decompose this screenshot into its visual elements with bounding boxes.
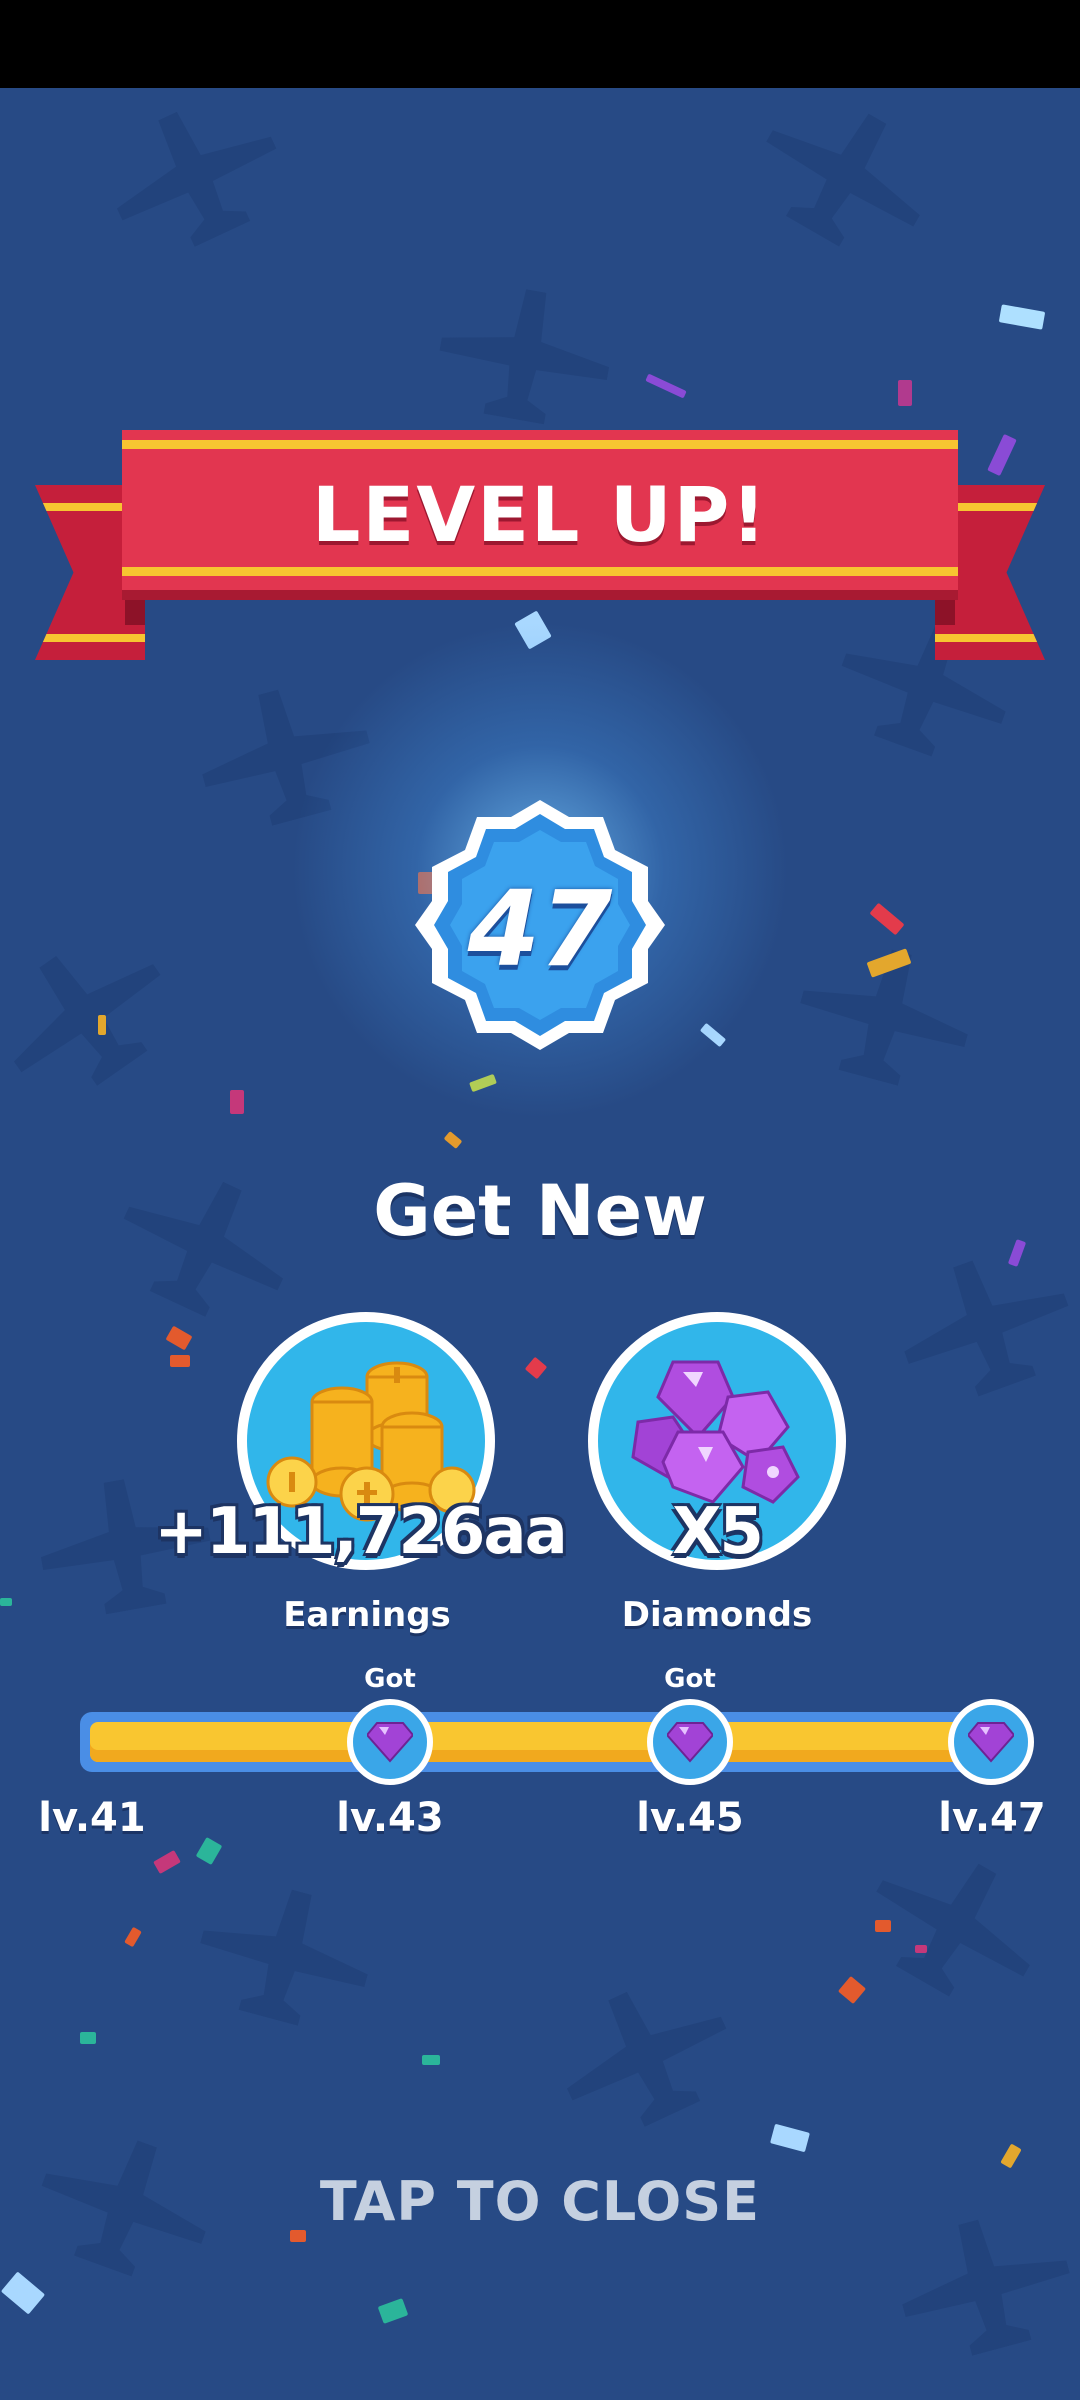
ribbon-stripe <box>122 567 958 576</box>
earnings-value: +111,726aa <box>154 1495 568 1569</box>
confetti <box>915 1945 927 1953</box>
milestone-node-lv43 <box>347 1699 433 1785</box>
milestone-node-lv45 <box>647 1699 733 1785</box>
confetti <box>230 1090 244 1114</box>
milestone-level-label: lv.45 <box>636 1795 744 1841</box>
confetti <box>0 2271 46 2315</box>
earnings-label: Earnings <box>283 1595 451 1635</box>
plane-silhouette-icon <box>90 80 299 270</box>
milestone-node-lv47 <box>948 1699 1034 1785</box>
diamonds-label: Diamonds <box>621 1595 813 1635</box>
milestone-level-label: lv.41 <box>38 1795 146 1841</box>
plane-silhouette-icon <box>430 276 620 434</box>
confetti <box>0 1598 12 1606</box>
milestone-status: Got <box>364 1664 416 1694</box>
confetti <box>645 373 687 399</box>
confetti <box>170 1355 190 1367</box>
level-progress-fill <box>90 1722 973 1762</box>
confetti <box>195 1836 223 1866</box>
ribbon-body: LEVEL UP! <box>122 430 958 590</box>
confetti <box>422 2055 440 2065</box>
confetti <box>153 1849 181 1875</box>
confetti <box>443 1131 463 1149</box>
confetti <box>837 1975 867 2005</box>
status-bar <box>0 0 1080 88</box>
ribbon-fold <box>935 585 955 625</box>
confetti <box>524 1356 548 1380</box>
ribbon-stripe <box>35 634 145 642</box>
ribbon-stripe <box>935 634 1045 642</box>
diamond-icon <box>968 1722 1014 1763</box>
milestone-level-label: lv.43 <box>336 1795 444 1841</box>
plane-silhouette-icon <box>540 1960 749 2150</box>
plane-silhouette-icon <box>0 913 192 1117</box>
level-progress-track <box>80 1712 1020 1772</box>
confetti <box>98 1015 106 1035</box>
ribbon-fold <box>125 585 145 625</box>
level-up-title: LEVEL UP! <box>311 470 769 559</box>
confetti <box>869 902 905 936</box>
confetti <box>80 2032 96 2044</box>
level-number: 47 <box>467 868 613 990</box>
confetti <box>770 2123 810 2153</box>
get-new-title: Get New <box>373 1170 707 1252</box>
confetti <box>377 2298 409 2324</box>
level-badge: 47 <box>415 800 665 1050</box>
confetti <box>898 380 912 406</box>
milestone-level-label: lv.47 <box>938 1795 1046 1841</box>
confetti <box>998 304 1046 330</box>
plane-silhouette-icon <box>739 76 951 274</box>
confetti <box>124 1926 142 1948</box>
confetti <box>1000 2143 1022 2169</box>
tap-to-close-button[interactable]: TAP TO CLOSE <box>0 2170 1080 2233</box>
diamond-icon <box>367 1722 413 1763</box>
ribbon-stripe <box>122 440 958 449</box>
diamond-icon <box>667 1722 713 1763</box>
plane-silhouette-icon <box>883 1235 1080 1415</box>
milestone-status: Got <box>664 1664 716 1694</box>
confetti <box>165 1325 193 1351</box>
plane-silhouette-icon <box>186 1870 384 2040</box>
confetti <box>875 1920 891 1932</box>
diamonds-value: X5 <box>672 1495 764 1569</box>
